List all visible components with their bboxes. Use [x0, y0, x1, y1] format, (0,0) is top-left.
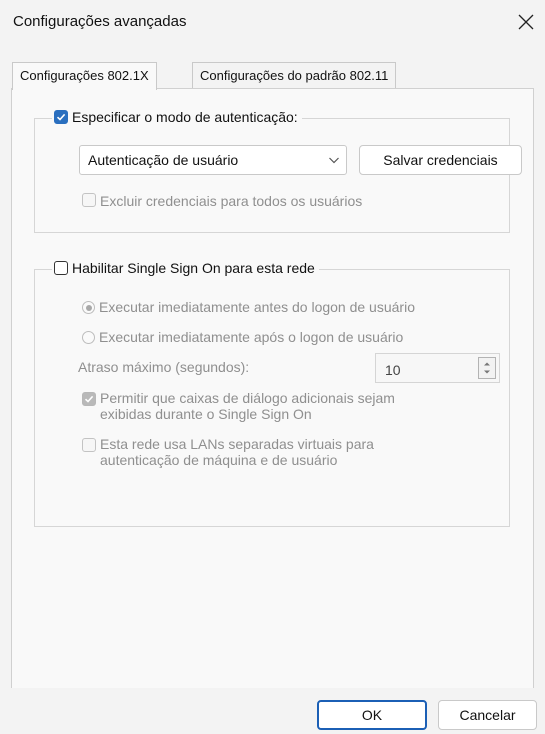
ok-button[interactable]: OK [317, 700, 427, 730]
auth-mode-group [34, 118, 510, 233]
auth-mode-legend: Especificar o modo de autenticação: [52, 109, 302, 125]
vlan-checkbox[interactable] [82, 438, 96, 452]
delete-credentials-checkbox[interactable] [82, 193, 96, 207]
allow-dialogs-checkbox[interactable] [82, 392, 96, 406]
tab-8021x-label: Configurações 802.1X [20, 68, 149, 83]
save-credentials-label: Salvar credenciais [383, 152, 498, 168]
max-delay-label: Atraso máximo (segundos): [78, 359, 250, 375]
close-icon[interactable] [513, 9, 539, 35]
radio-before-logon-label: Executar imediatamente antes do logon de… [99, 299, 415, 315]
tab-80211-label: Configurações do padrão 802.11 [200, 68, 389, 83]
dialog-footer: OK Cancelar [0, 688, 545, 734]
vlan-row[interactable]: Esta rede usa LANs separadas virtuais pa… [82, 436, 374, 468]
auth-mode-select[interactable]: Autenticação de usuário [79, 145, 347, 175]
max-delay-spinner[interactable]: 10 [375, 353, 500, 383]
vlan-label-line2: autenticação de máquina e de usuário [100, 452, 338, 468]
allow-dialogs-label-line1: Permitir que caixas de diálogo adicionai… [100, 390, 395, 406]
radio-after-logon-label: Executar imediatamente após o logon de u… [99, 329, 404, 345]
allow-dialogs-label-line2: exibidas durante o Single Sign On [100, 406, 312, 422]
chevron-down-icon [328, 154, 340, 169]
radio-before-logon[interactable] [82, 301, 95, 314]
sso-legend: Habilitar Single Sign On para esta rede [52, 260, 319, 276]
radio-after-logon[interactable] [82, 331, 95, 344]
vlan-label-line1: Esta rede usa LANs separadas virtuais pa… [100, 436, 374, 452]
spinner-arrows-icon[interactable] [478, 357, 496, 379]
checkmark-icon [56, 113, 66, 121]
max-delay-value: 10 [385, 362, 401, 378]
sso-label: Habilitar Single Sign On para esta rede [72, 260, 315, 276]
max-delay-row: Atraso máximo (segundos): [78, 359, 249, 375]
tab-panel: Especificar o modo de autenticação: Aute… [11, 88, 534, 690]
ok-label: OK [361, 707, 383, 723]
auth-mode-label: Especificar o modo de autenticação: [72, 109, 298, 125]
window-title: Configurações avançadas [13, 13, 187, 30]
delete-credentials-row[interactable]: Excluir credenciais para todos os usuári… [82, 193, 362, 209]
delete-credentials-label: Excluir credenciais para todos os usuári… [100, 193, 363, 209]
allow-dialogs-row[interactable]: Permitir que caixas de diálogo adicionai… [82, 390, 395, 422]
cancel-label: Cancelar [459, 707, 516, 723]
save-credentials-button[interactable]: Salvar credenciais [359, 145, 522, 175]
auth-mode-select-value: Autenticação de usuário [88, 152, 239, 168]
auth-mode-checkbox[interactable] [54, 110, 68, 124]
checkmark-icon [84, 395, 94, 403]
radio-after-logon-row[interactable]: Executar imediatamente após o logon de u… [82, 329, 403, 345]
tab-8021x[interactable]: Configurações 802.1X [12, 62, 157, 90]
radio-dot [85, 304, 92, 311]
cancel-button[interactable]: Cancelar [438, 700, 537, 730]
radio-before-logon-row[interactable]: Executar imediatamente antes do logon de… [82, 299, 415, 315]
title-bar: Configurações avançadas [0, 0, 545, 44]
tab-80211[interactable]: Configurações do padrão 802.11 [192, 62, 397, 89]
sso-checkbox[interactable] [54, 261, 68, 275]
